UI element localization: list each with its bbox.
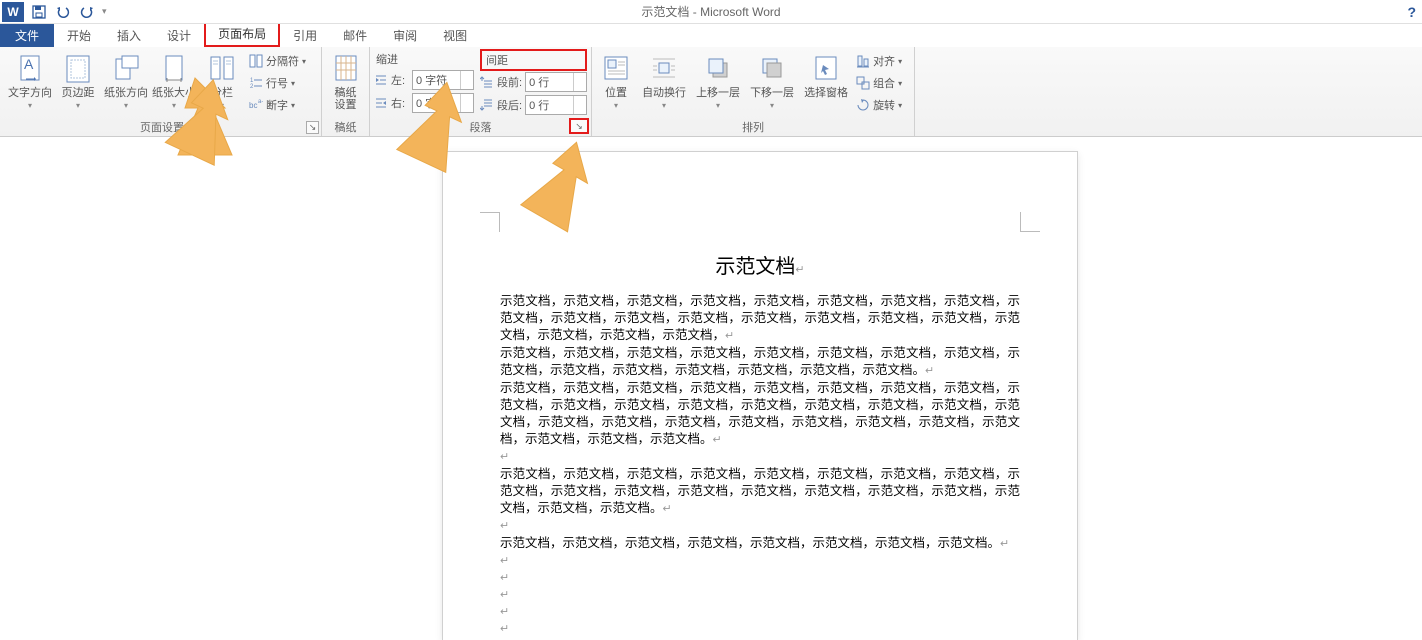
group-label-manuscript: 稿纸	[326, 117, 365, 136]
group-arrange: 位置 ▾ 自动换行 ▾ 上移一层 ▾ 下移一层 ▾ 选择窗格	[592, 47, 915, 136]
window-title: 示范文档 - Microsoft Word	[0, 3, 1422, 20]
qat-customize-icon[interactable]: ▾	[102, 6, 107, 17]
manuscript-button[interactable]: 稿纸 设置	[326, 49, 365, 113]
margin-corner-icon	[1020, 212, 1040, 232]
save-button[interactable]	[30, 3, 48, 21]
space-before-icon	[480, 75, 494, 89]
quick-access-toolbar: W ▾	[0, 2, 107, 22]
tab-file[interactable]: 文件	[0, 23, 54, 47]
document-heading: 示范文档↵	[443, 250, 1077, 279]
bring-forward-button[interactable]: 上移一层 ▾	[692, 49, 744, 112]
tab-insert[interactable]: 插入	[104, 23, 154, 47]
line-numbers-button[interactable]: 12 行号▾	[247, 73, 317, 93]
word-logo-icon: W	[2, 2, 24, 22]
hyphenation-icon: bca-	[249, 98, 263, 112]
group-objects-button[interactable]: 组合▾	[854, 73, 910, 93]
document-area: 示范文档↵ 示范文档，示范文档，示范文档，示范文档，示范文档，示范文档，示范文档…	[0, 137, 1422, 640]
undo-button[interactable]	[54, 3, 72, 21]
annotation-arrow-3	[498, 128, 608, 238]
margins-button[interactable]: 页边距 ▾	[55, 49, 101, 112]
align-icon	[856, 54, 870, 68]
tab-review[interactable]: 审阅	[380, 23, 430, 47]
indent-header: 缩进	[374, 49, 474, 69]
svg-text:a-: a-	[258, 99, 263, 105]
group-manuscript: 稿纸 设置 稿纸	[322, 47, 370, 136]
space-after-icon	[480, 98, 494, 112]
line-numbers-icon: 12	[249, 76, 263, 90]
annotation-arrow-1	[140, 70, 250, 170]
group-icon	[856, 76, 870, 90]
page-setup-dialog-launcher[interactable]: ↘	[306, 121, 319, 134]
tab-view[interactable]: 视图	[430, 23, 480, 47]
space-after-input[interactable]: 0 行	[525, 95, 587, 115]
help-button[interactable]: ?	[1407, 4, 1416, 20]
tab-mailings[interactable]: 邮件	[330, 23, 380, 47]
svg-text:A: A	[24, 56, 34, 72]
svg-text:2: 2	[250, 84, 254, 90]
rotate-button[interactable]: 旋转▾	[854, 95, 910, 115]
ribbon-tabs: 文件 开始 插入 设计 页面布局 引用 邮件 审阅 视图	[0, 24, 1422, 47]
rotate-icon	[856, 98, 870, 112]
group-label-arrange: 排列	[596, 117, 910, 136]
title-bar: W ▾ 示范文档 - Microsoft Word ?	[0, 0, 1422, 24]
selection-pane-button[interactable]: 选择窗格	[800, 49, 852, 101]
tab-page-layout[interactable]: 页面布局	[204, 20, 280, 47]
breaks-icon	[249, 54, 263, 68]
tab-references[interactable]: 引用	[280, 23, 330, 47]
tab-design[interactable]: 设计	[154, 23, 204, 47]
margin-corner-icon	[480, 212, 500, 232]
send-backward-button[interactable]: 下移一层 ▾	[746, 49, 798, 112]
tab-home[interactable]: 开始	[54, 23, 104, 47]
spacing-header: 间距	[480, 49, 587, 71]
space-before-input[interactable]: 0 行	[525, 72, 587, 92]
position-button[interactable]: 位置 ▾	[596, 49, 636, 112]
wrap-text-button[interactable]: 自动换行 ▾	[638, 49, 690, 112]
breaks-button[interactable]: 分隔符▾	[247, 51, 317, 71]
svg-text:bc: bc	[249, 101, 257, 110]
annotation-arrow-2	[372, 70, 482, 180]
hyphenation-button[interactable]: bca- 断字▾	[247, 95, 317, 115]
redo-button[interactable]	[78, 3, 96, 21]
align-button[interactable]: 对齐▾	[854, 51, 910, 71]
text-direction-button[interactable]: A 文字方向 ▾	[7, 49, 53, 112]
document-body: 示范文档，示范文档，示范文档，示范文档，示范文档，示范文档，示范文档，示范文档，…	[443, 293, 1077, 638]
